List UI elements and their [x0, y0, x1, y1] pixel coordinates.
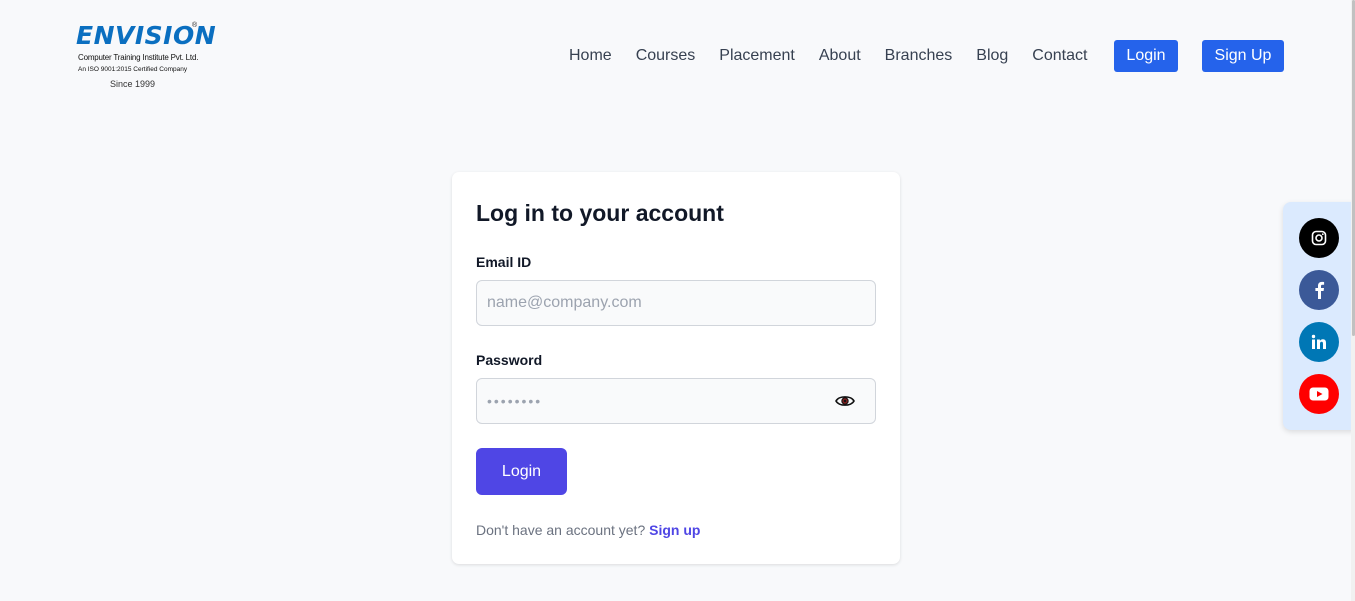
- nav-login-button[interactable]: Login: [1114, 40, 1178, 72]
- site-logo[interactable]: ENVISION ® Computer Training Institute P…: [76, 22, 216, 90]
- password-label: Password: [476, 352, 543, 368]
- logo-registered-mark: ®: [192, 22, 198, 29]
- youtube-icon[interactable]: [1299, 374, 1339, 414]
- nav-home[interactable]: Home: [569, 41, 612, 71]
- social-sidebar: [1283, 202, 1355, 430]
- logo-tagline: Computer Training Institute Pvt. Ltd.: [78, 53, 199, 62]
- nav-placement[interactable]: Placement: [719, 41, 795, 71]
- nav-signup-button[interactable]: Sign Up: [1202, 40, 1284, 72]
- eye-icon[interactable]: [835, 392, 855, 410]
- nav-branches[interactable]: Branches: [885, 41, 953, 71]
- nav-about[interactable]: About: [819, 41, 861, 71]
- facebook-icon[interactable]: [1299, 270, 1339, 310]
- email-label: Email ID: [476, 254, 532, 270]
- instagram-icon[interactable]: [1299, 218, 1339, 258]
- password-placeholder: ••••••••: [487, 393, 543, 409]
- main-nav: Home Courses Placement About Branches Bl…: [569, 40, 1111, 72]
- password-input[interactable]: ••••••••: [476, 378, 876, 424]
- email-input[interactable]: name@company.com: [476, 280, 876, 326]
- signup-prompt: Don't have an account yet?: [476, 522, 646, 538]
- signup-prompt-line: Don't have an account yet? Sign up: [476, 522, 700, 538]
- email-placeholder: name@company.com: [487, 294, 642, 311]
- logo-since: Since 1999: [110, 79, 156, 89]
- logo-certification: An ISO 9001:2015 Certified Company: [78, 66, 188, 73]
- login-card: Log in to your account Email ID name@com…: [452, 172, 900, 564]
- signup-link[interactable]: Sign up: [649, 522, 700, 538]
- site-header: ENVISION ® Computer Training Institute P…: [0, 0, 1355, 100]
- nav-courses[interactable]: Courses: [636, 41, 696, 71]
- login-title: Log in to your account: [476, 200, 724, 226]
- nav-blog[interactable]: Blog: [976, 41, 1008, 71]
- login-button[interactable]: Login: [476, 448, 567, 495]
- linkedin-icon[interactable]: [1299, 322, 1339, 362]
- nav-contact[interactable]: Contact: [1032, 41, 1087, 71]
